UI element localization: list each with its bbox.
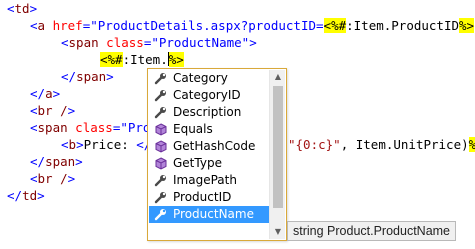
- code-line-9: <b>Price: </b: [61, 137, 159, 152]
- wrench-icon: [154, 90, 166, 102]
- completion-item-category[interactable]: Category: [149, 70, 270, 87]
- wrench-icon: [154, 192, 166, 204]
- wrench-icon: [154, 73, 166, 85]
- intellisense-popup[interactable]: Category CategoryID Description Equals G…: [147, 68, 287, 241]
- code-line-10: </span>: [30, 154, 83, 169]
- code-line-2: <a href="ProductDetails.aspx?productID=<…: [30, 18, 475, 33]
- code-line-7: <br />: [30, 103, 76, 118]
- completion-item-categoryid[interactable]: CategoryID: [149, 87, 270, 104]
- scroll-down-arrow-icon[interactable]: ▼: [270, 225, 286, 239]
- method-cube-icon: [155, 157, 167, 170]
- completion-item-productid[interactable]: ProductID: [149, 189, 270, 206]
- code-line-5: </span>: [61, 69, 114, 84]
- code-line-4: <%#:Item.%>: [100, 52, 184, 67]
- completion-item-description[interactable]: Description: [149, 104, 270, 121]
- code-line-1: <td>: [7, 1, 38, 16]
- code-line-6: </a>: [30, 86, 61, 101]
- completion-item-imagepath[interactable]: ImagePath: [149, 172, 270, 189]
- wrench-icon: [154, 209, 166, 221]
- wrench-icon: [154, 175, 166, 187]
- completion-item-gethashcode[interactable]: GetHashCode: [149, 138, 270, 155]
- wrench-icon: [154, 107, 166, 119]
- completion-item-productname[interactable]: ProductName: [149, 206, 270, 223]
- code-line-3: <span class="ProductName">: [61, 35, 257, 50]
- code-line-12: </td>: [7, 188, 45, 203]
- completion-item-equals[interactable]: Equals: [149, 121, 270, 138]
- scrollbar-thumb[interactable]: [273, 86, 283, 208]
- scroll-up-arrow-icon[interactable]: ▲: [270, 70, 286, 84]
- code-line-9-tail: "{0:c}", Item.UnitPrice)%>: [288, 136, 475, 153]
- completion-list[interactable]: Category CategoryID Description Equals G…: [149, 70, 270, 223]
- code-line-11: <br />: [30, 171, 76, 186]
- completion-item-gettype[interactable]: GetType: [149, 155, 270, 172]
- completion-scrollbar[interactable]: ▲ ▼: [269, 70, 285, 239]
- method-cube-icon: [155, 140, 167, 153]
- quick-info-tooltip: string Product.ProductName: [287, 221, 457, 241]
- code-line-8: <span class="Prod: [30, 120, 158, 135]
- method-cube-icon: [155, 123, 167, 136]
